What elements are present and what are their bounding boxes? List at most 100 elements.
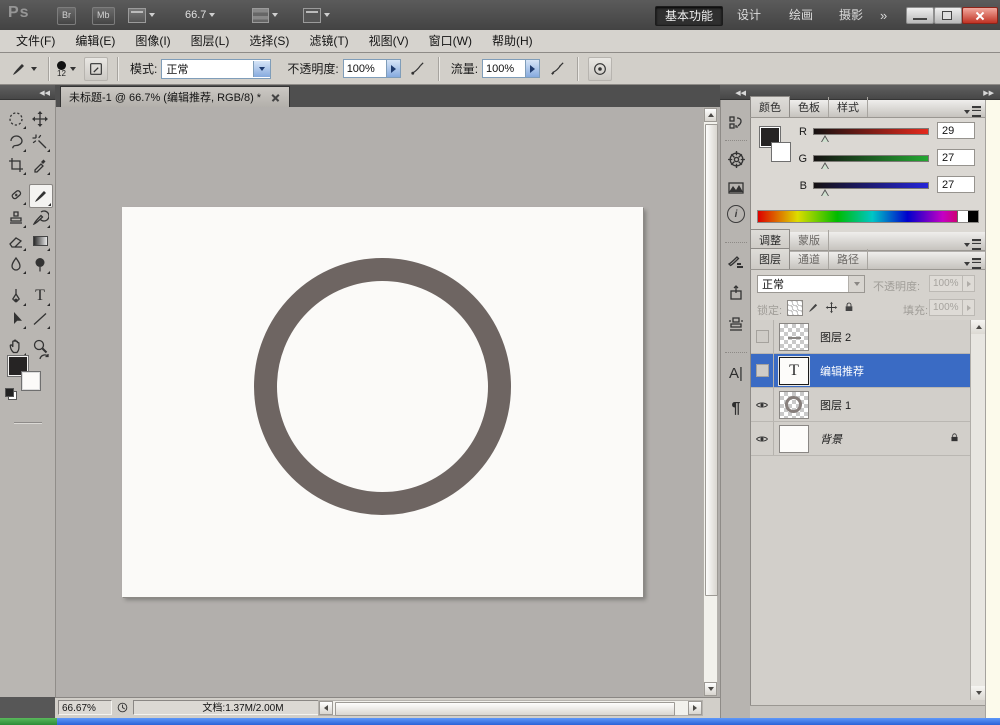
canvas[interactable]: [122, 207, 643, 597]
red-slider-track[interactable]: [813, 128, 929, 135]
tool-elliptical-marquee[interactable]: [5, 108, 27, 130]
layer-name[interactable]: 编辑推荐: [820, 363, 864, 379]
menu-view[interactable]: 视图(V): [359, 30, 419, 52]
flow-slider-button[interactable]: [525, 59, 540, 78]
dock-header[interactable]: ◀◀: [720, 85, 750, 100]
layer-name[interactable]: 图层 2: [820, 329, 851, 345]
minimize-button[interactable]: [906, 7, 934, 24]
swap-colors-icon[interactable]: [38, 352, 50, 364]
zoom-percent-field[interactable]: 66.67%: [58, 700, 112, 715]
collapse-dock-icon[interactable]: ◀◀: [735, 90, 746, 97]
lock-transparency-icon[interactable]: [787, 300, 803, 316]
tab-styles[interactable]: 样式: [829, 97, 868, 117]
scroll-down-button[interactable]: [704, 682, 717, 696]
workspace-tab-design[interactable]: 设计: [728, 6, 770, 24]
character-panel-icon[interactable]: A|: [725, 362, 747, 384]
tool-move[interactable]: [29, 108, 51, 130]
flow-input[interactable]: 100%: [482, 59, 526, 78]
menu-layer[interactable]: 图层(L): [181, 30, 240, 52]
canvas-horizontal-scrollbar[interactable]: [318, 700, 703, 716]
scroll-thumb[interactable]: [705, 124, 718, 596]
layer-thumbnail[interactable]: T: [774, 357, 814, 385]
background-color-swatch[interactable]: [21, 371, 41, 391]
panel-menu-button[interactable]: [964, 106, 985, 117]
tool-presets-panel-icon[interactable]: [725, 282, 747, 304]
tool-healing-brush[interactable]: [5, 184, 27, 206]
layer-thumbnail[interactable]: [774, 425, 814, 453]
expand-panels-icon[interactable]: ▶▶: [983, 90, 994, 97]
tool-clone-stamp[interactable]: [5, 207, 27, 229]
layer-row[interactable]: 图层 2: [751, 320, 970, 354]
menu-file[interactable]: 文件(F): [6, 30, 65, 52]
layer-thumbnail[interactable]: [774, 391, 814, 419]
tool-history-brush[interactable]: [29, 207, 51, 229]
opacity-input[interactable]: 100%: [343, 59, 387, 78]
tool-pen[interactable]: [5, 285, 27, 307]
tab-swatches[interactable]: 色板: [790, 97, 829, 117]
green-slider-track[interactable]: [813, 155, 929, 162]
tab-layers[interactable]: 图层: [750, 248, 790, 269]
lock-position-icon[interactable]: [824, 300, 838, 314]
brush-preset-picker[interactable]: 12: [57, 61, 76, 77]
collapse-panel-icon[interactable]: ◀◀: [39, 90, 50, 97]
tool-magic-wand[interactable]: [29, 131, 51, 153]
red-value-field[interactable]: 29: [937, 122, 975, 139]
restore-button[interactable]: [934, 7, 962, 24]
tool-type[interactable]: T: [29, 285, 51, 307]
panel-menu-button[interactable]: [964, 239, 985, 250]
default-colors-icon[interactable]: [5, 388, 17, 400]
mini-bridge-button[interactable]: Mb: [92, 7, 115, 25]
tab-paths[interactable]: 路径: [829, 249, 868, 269]
blue-value-field[interactable]: 27: [937, 176, 975, 193]
workspace-tab-painting[interactable]: 绘画: [780, 6, 822, 24]
history-panel-icon[interactable]: [725, 112, 747, 134]
visibility-toggle[interactable]: [751, 388, 774, 421]
menu-window[interactable]: 窗口(W): [419, 30, 482, 52]
blue-slider-thumb[interactable]: [821, 189, 829, 196]
menu-image[interactable]: 图像(I): [125, 30, 180, 52]
color-spectrum-ramp[interactable]: [757, 210, 979, 223]
zoom-level-dropdown[interactable]: 66.7: [185, 7, 215, 23]
toggle-brush-panel-button[interactable]: [84, 57, 108, 81]
scroll-down-button[interactable]: [971, 686, 986, 700]
menu-edit[interactable]: 编辑(E): [65, 30, 125, 52]
tool-dodge[interactable]: [29, 253, 51, 275]
tool-eyedropper[interactable]: [29, 154, 51, 176]
tool-blur[interactable]: [5, 253, 27, 275]
workspace-tab-photography[interactable]: 摄影: [830, 6, 872, 24]
layer-name[interactable]: 图层 1: [820, 397, 851, 413]
visibility-toggle[interactable]: [751, 354, 774, 387]
menu-filter[interactable]: 滤镜(T): [299, 30, 358, 52]
scroll-left-button[interactable]: [319, 701, 333, 715]
tool-preset-picker[interactable]: [6, 60, 41, 78]
tab-color[interactable]: 颜色: [750, 96, 790, 117]
tool-hand[interactable]: [5, 335, 27, 357]
panel-menu-button[interactable]: [964, 258, 985, 269]
layers-scrollbar[interactable]: [970, 320, 986, 700]
layer-row-background[interactable]: 背景: [751, 422, 970, 456]
layer-thumbnail[interactable]: [774, 323, 814, 351]
scroll-right-button[interactable]: [688, 701, 702, 715]
document-close-icon[interactable]: [270, 92, 281, 103]
tool-line-shape[interactable]: [29, 308, 51, 330]
bridge-button[interactable]: Br: [57, 7, 76, 25]
tool-crop[interactable]: [5, 154, 27, 176]
panel-background-swatch[interactable]: [771, 142, 791, 162]
tool-lasso[interactable]: [5, 131, 27, 153]
green-value-field[interactable]: 27: [937, 149, 975, 166]
layer-row[interactable]: 图层 1: [751, 388, 970, 422]
blend-mode-select[interactable]: 正常: [161, 59, 271, 79]
workspace-tab-essentials[interactable]: 基本功能: [655, 6, 723, 26]
visibility-toggle[interactable]: [751, 320, 774, 353]
lock-pixels-icon[interactable]: [806, 300, 820, 314]
layer-blend-mode-select[interactable]: 正常: [757, 275, 865, 293]
paragraph-panel-icon[interactable]: ¶: [725, 398, 747, 420]
menu-select[interactable]: 选择(S): [239, 30, 299, 52]
green-slider-thumb[interactable]: [821, 162, 829, 169]
tool-eraser[interactable]: [5, 230, 27, 252]
airbrush-opacity-button[interactable]: [407, 58, 429, 80]
ramp-black-cell[interactable]: [968, 211, 978, 222]
clone-source-panel-icon[interactable]: [725, 313, 747, 335]
tab-masks[interactable]: 蒙版: [790, 230, 829, 250]
tab-adjustments[interactable]: 调整: [750, 229, 790, 250]
